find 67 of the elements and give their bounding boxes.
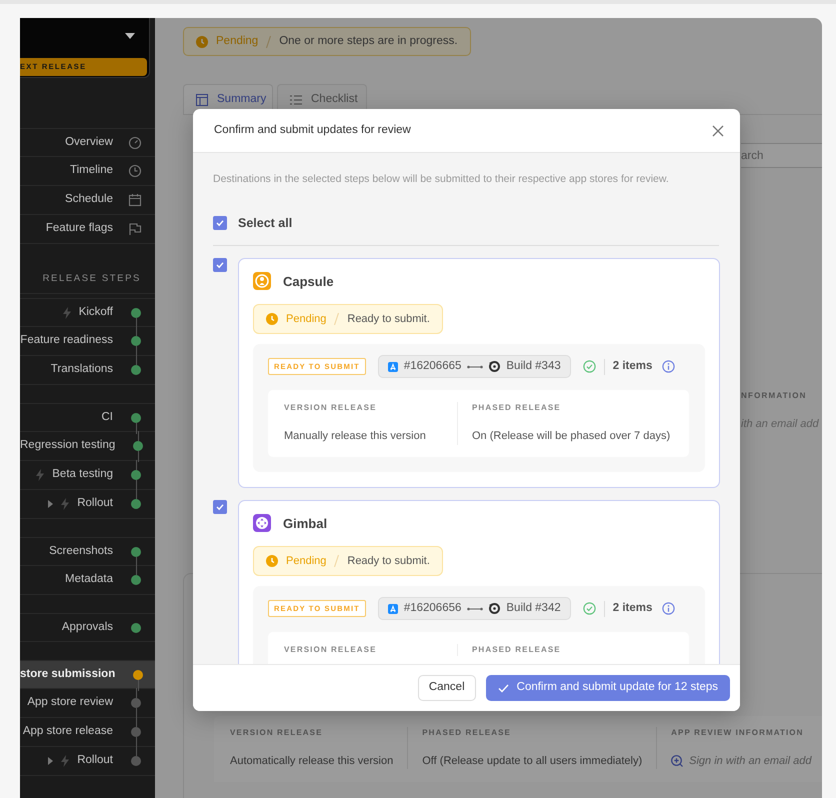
sidebar-step[interactable]: Kickoff bbox=[20, 298, 155, 327]
checkbox[interactable] bbox=[213, 258, 227, 272]
item-count: 2 items bbox=[612, 358, 652, 374]
check-icon bbox=[498, 684, 509, 692]
field-label: PHASED RELEASE bbox=[472, 644, 561, 656]
field-label: PHASED RELEASE bbox=[422, 726, 512, 738]
check-icon bbox=[215, 260, 225, 270]
check-icon bbox=[215, 218, 225, 228]
slash-icon bbox=[334, 313, 340, 325]
checkbox[interactable] bbox=[213, 500, 227, 514]
sidebar-item[interactable]: Overview bbox=[20, 128, 155, 157]
flag-icon bbox=[128, 222, 142, 236]
status-message: One or more steps are in progress. bbox=[279, 34, 458, 49]
calendar-icon bbox=[128, 193, 142, 207]
app-name: Gimbal bbox=[283, 514, 328, 532]
link-icon bbox=[467, 364, 484, 370]
confirm-button[interactable]: Confirm and submit update for 12 steps bbox=[486, 675, 730, 701]
zoom-in-icon bbox=[671, 754, 684, 767]
list-icon bbox=[290, 94, 302, 106]
field-label: PHASED RELEASE bbox=[472, 402, 562, 414]
sidebar-step[interactable]: CI bbox=[20, 403, 155, 432]
slash-icon bbox=[266, 36, 272, 48]
layout-icon bbox=[196, 94, 208, 106]
clock-icon bbox=[128, 164, 142, 178]
slash-icon bbox=[334, 555, 340, 567]
dialog-description: Destinations in the selected steps below will be submitted to their respective app stores for review. bbox=[213, 172, 670, 187]
gauge-icon bbox=[128, 136, 142, 150]
field-value: On (Release will be phased over 7 days) bbox=[472, 429, 670, 444]
clock-icon bbox=[266, 313, 278, 325]
build-chip[interactable]: #16206656 Build #342 bbox=[378, 597, 571, 620]
check-icon bbox=[215, 502, 225, 512]
field-value: Off (Release update to all users immediately) bbox=[422, 754, 642, 768]
field-label: NFORMATION bbox=[741, 390, 808, 402]
field-value: Manually release this version bbox=[284, 429, 427, 444]
checkbox-label: Select all bbox=[238, 214, 292, 232]
app-name: Capsule bbox=[283, 272, 334, 291]
status-message: Ready to submit. bbox=[347, 312, 430, 327]
build-icon bbox=[489, 603, 500, 614]
field-label: VERSION RELEASE bbox=[284, 402, 378, 414]
sidebar-step[interactable]: Approvals bbox=[20, 613, 155, 642]
clock-icon bbox=[266, 555, 278, 567]
field-label: VERSION RELEASE bbox=[230, 726, 324, 738]
item-count: 2 items bbox=[612, 600, 652, 616]
field-value: Automatically release this version bbox=[230, 754, 394, 768]
cancel-button[interactable]: Cancel bbox=[418, 675, 476, 701]
info-icon bbox=[662, 360, 676, 373]
sidebar-step[interactable]: Screenshots bbox=[20, 537, 155, 566]
caret-icon bbox=[125, 33, 135, 39]
link-icon bbox=[467, 606, 484, 612]
checkbox[interactable] bbox=[213, 216, 227, 230]
field-label: APP REVIEW INFORMATION bbox=[671, 726, 805, 738]
dialog-title: Confirm and submit updates for review bbox=[214, 122, 411, 138]
clock-icon bbox=[196, 36, 208, 48]
build-icon bbox=[489, 361, 500, 372]
sidebar-step[interactable]: store submission bbox=[20, 660, 155, 689]
close-icon bbox=[712, 124, 724, 136]
app-store-icon bbox=[388, 604, 398, 614]
status-label: Pending bbox=[286, 554, 326, 569]
search-field[interactable]: arch bbox=[741, 143, 822, 168]
close-button[interactable] bbox=[710, 122, 726, 138]
status-message: Ready to submit. bbox=[347, 554, 430, 569]
field-label: VERSION RELEASE bbox=[284, 644, 378, 656]
status-label: Pending bbox=[286, 312, 326, 327]
build-chip[interactable]: #16206665 Build #343 bbox=[378, 355, 571, 378]
status-label: Pending bbox=[216, 34, 258, 49]
info-icon bbox=[662, 602, 676, 615]
app-store-icon bbox=[388, 362, 398, 372]
